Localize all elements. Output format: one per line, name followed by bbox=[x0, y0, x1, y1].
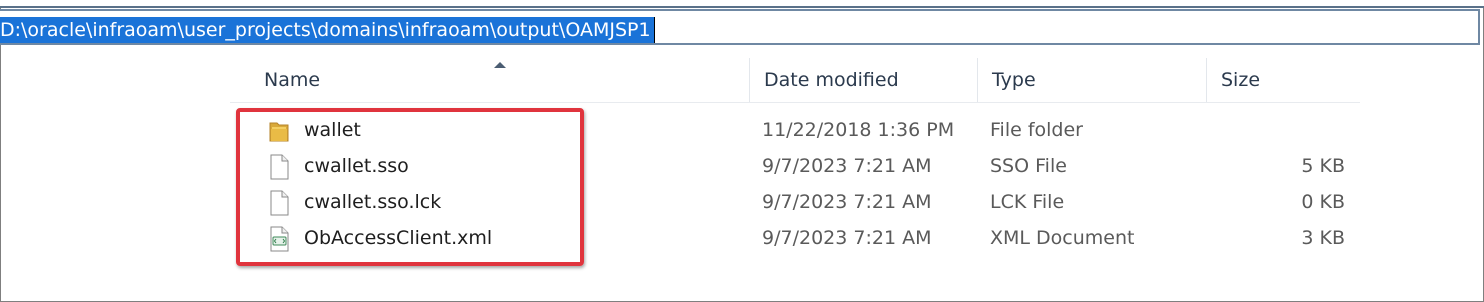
file-date: 9/7/2023 7:21 AM bbox=[762, 227, 932, 249]
text-cursor bbox=[654, 17, 655, 43]
file-size: 0 KB bbox=[1301, 191, 1345, 213]
window-top-border bbox=[0, 6, 1484, 8]
column-type-label: Type bbox=[992, 69, 1036, 91]
column-date-label: Date modified bbox=[764, 69, 899, 91]
file-type: XML Document bbox=[990, 227, 1135, 249]
file-size bbox=[1230, 112, 1345, 148]
file-size: 5 KB bbox=[1301, 155, 1345, 177]
file-type: SSO File bbox=[990, 155, 1067, 177]
address-path[interactable]: D:\oracle\infraoam\user_projects\domains… bbox=[0, 17, 654, 43]
file-size: 3 KB bbox=[1301, 227, 1345, 249]
sort-ascending-icon bbox=[494, 62, 506, 68]
file-date: 9/7/2023 7:21 AM bbox=[762, 155, 932, 177]
column-date-header[interactable]: Date modified bbox=[750, 58, 978, 102]
column-size-label: Size bbox=[1221, 69, 1261, 91]
highlight-box bbox=[236, 108, 584, 266]
file-date: 9/7/2023 7:21 AM bbox=[762, 191, 932, 213]
file-type: File folder bbox=[990, 119, 1083, 141]
header-divider bbox=[230, 102, 1360, 103]
file-date: 11/22/2018 1:36 PM bbox=[762, 119, 955, 141]
column-size-header[interactable]: Size bbox=[1207, 58, 1360, 102]
column-name-label: Name bbox=[264, 69, 321, 91]
file-type: LCK File bbox=[990, 191, 1065, 213]
column-header: Name Date modified Type Size bbox=[230, 58, 1360, 102]
address-bar[interactable]: D:\oracle\infraoam\user_projects\domains… bbox=[0, 9, 1480, 45]
column-type-header[interactable]: Type bbox=[978, 58, 1207, 102]
